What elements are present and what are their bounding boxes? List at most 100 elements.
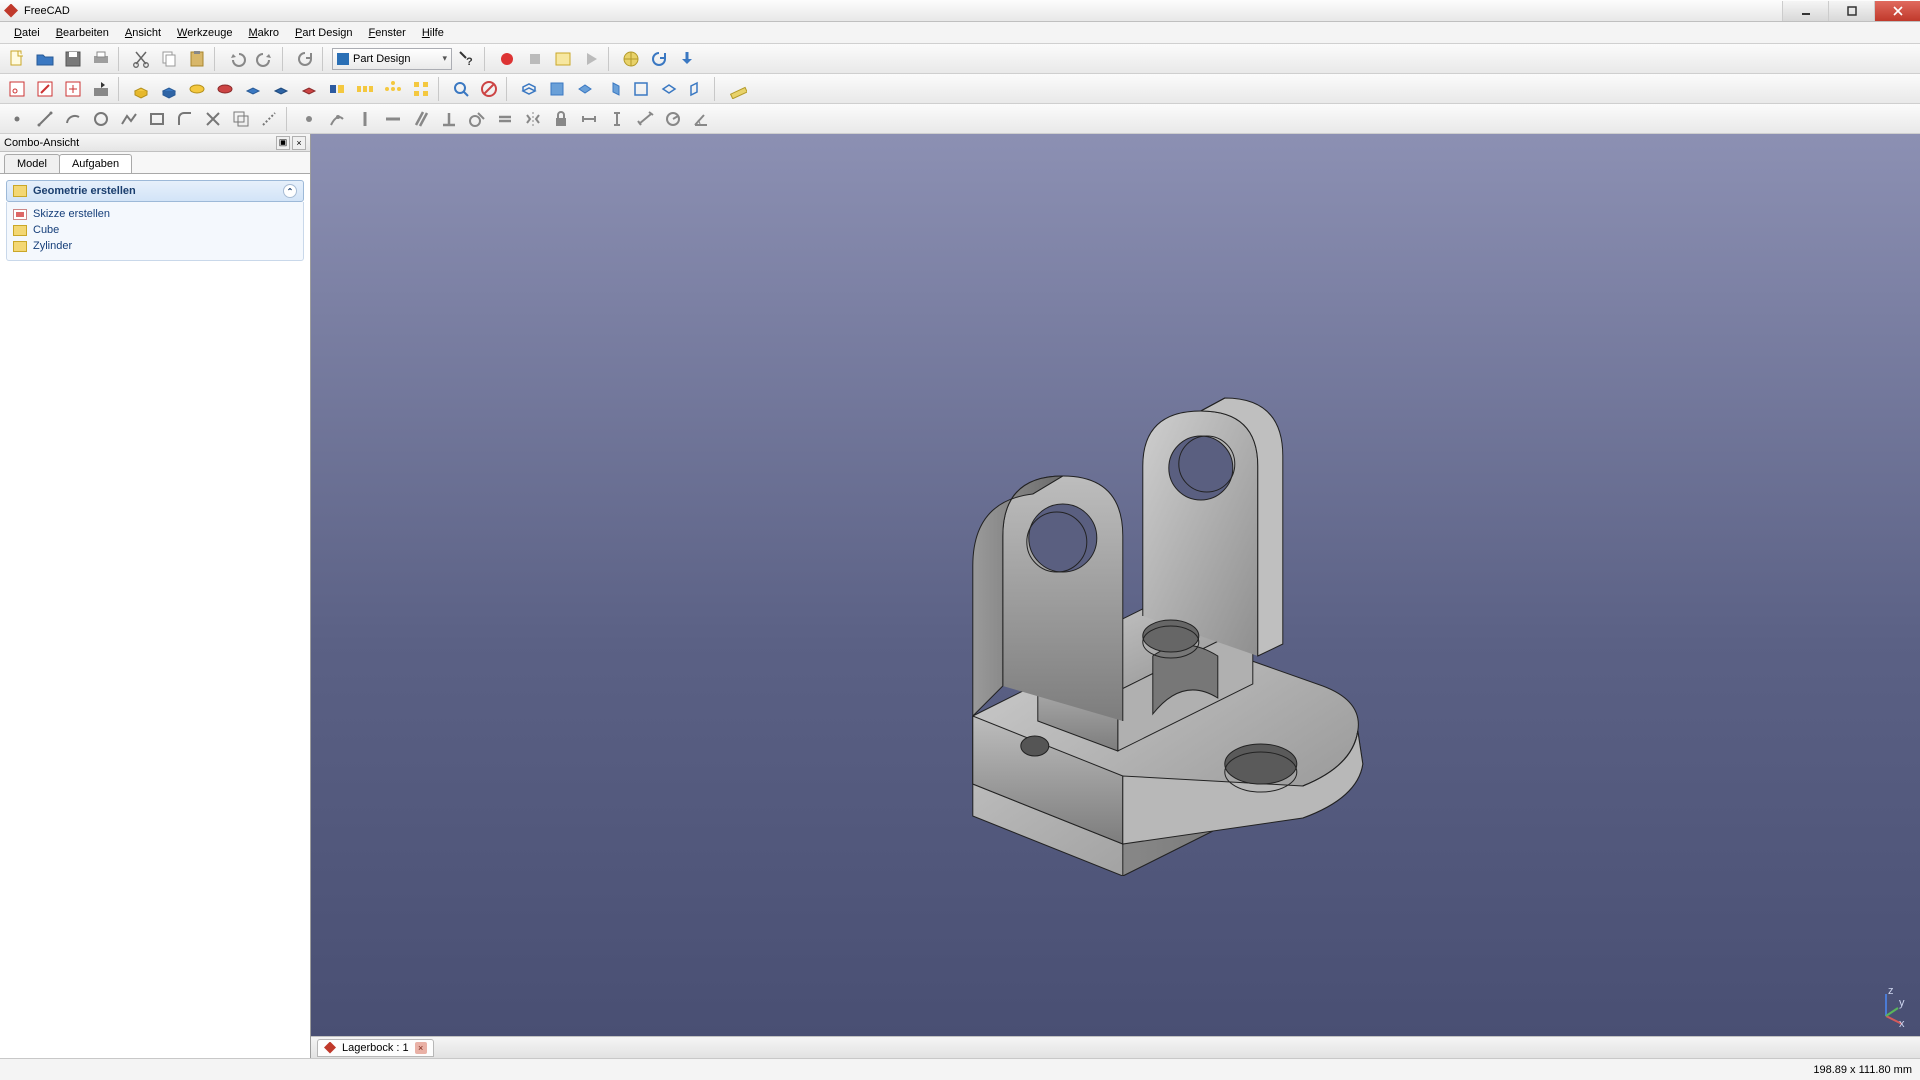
top-button[interactable] bbox=[572, 76, 598, 102]
polyline-button[interactable] bbox=[116, 106, 142, 132]
measure-button[interactable] bbox=[724, 76, 750, 102]
macro-run-button[interactable] bbox=[578, 46, 604, 72]
hdistance-button[interactable] bbox=[576, 106, 602, 132]
undo-button[interactable] bbox=[224, 46, 250, 72]
geometry-header[interactable]: Geometrie erstellen ⌃ bbox=[6, 180, 304, 202]
reload-page-button[interactable] bbox=[646, 46, 672, 72]
save-button[interactable] bbox=[60, 46, 86, 72]
macro-list-button[interactable] bbox=[550, 46, 576, 72]
menu-datei[interactable]: Datei bbox=[6, 25, 48, 41]
fit-all-button[interactable] bbox=[448, 76, 474, 102]
download-button[interactable] bbox=[674, 46, 700, 72]
vdistance-button[interactable] bbox=[604, 106, 630, 132]
fillet-button[interactable] bbox=[240, 76, 266, 102]
tasks-panel: Geometrie erstellen ⌃ Skizze erstellen C… bbox=[0, 174, 310, 1058]
external-geom-button[interactable] bbox=[228, 106, 254, 132]
multitransform-button[interactable] bbox=[408, 76, 434, 102]
map-sketch-button[interactable] bbox=[88, 76, 114, 102]
axo-button[interactable] bbox=[516, 76, 542, 102]
menu-partdesign[interactable]: Part Design bbox=[287, 25, 360, 41]
bottom-button[interactable] bbox=[656, 76, 682, 102]
toolbar-file: Part Design ▾ ? bbox=[0, 44, 1920, 74]
toolbar-sketcher bbox=[0, 104, 1920, 134]
task-skizze-erstellen[interactable]: Skizze erstellen bbox=[13, 206, 297, 222]
refresh-button[interactable] bbox=[292, 46, 318, 72]
chamfer-button[interactable] bbox=[268, 76, 294, 102]
fillet-sketch-button[interactable] bbox=[172, 106, 198, 132]
close-tab-button[interactable]: × bbox=[415, 1042, 427, 1054]
rear-button[interactable] bbox=[628, 76, 654, 102]
paste-button[interactable] bbox=[184, 46, 210, 72]
3d-viewport[interactable]: z x y Lagerbock : 1 × bbox=[311, 134, 1920, 1058]
web-button[interactable] bbox=[618, 46, 644, 72]
macro-stop-button[interactable] bbox=[522, 46, 548, 72]
tangent-button[interactable] bbox=[464, 106, 490, 132]
menu-ansicht[interactable]: Ansicht bbox=[117, 25, 169, 41]
linear-pattern-button[interactable] bbox=[352, 76, 378, 102]
cube-icon bbox=[337, 53, 349, 65]
menu-werkzeuge[interactable]: Werkzeuge bbox=[169, 25, 240, 41]
tab-model[interactable]: Model bbox=[4, 154, 60, 173]
cut-button[interactable] bbox=[128, 46, 154, 72]
distance-button[interactable] bbox=[632, 106, 658, 132]
point-on-button[interactable] bbox=[324, 106, 350, 132]
horizontal-button[interactable] bbox=[380, 106, 406, 132]
polar-pattern-button[interactable] bbox=[380, 76, 406, 102]
draw-style-button[interactable] bbox=[476, 76, 502, 102]
copy-button[interactable] bbox=[156, 46, 182, 72]
leave-sketch-button[interactable] bbox=[60, 76, 86, 102]
equal-button[interactable] bbox=[492, 106, 518, 132]
symmetric-button[interactable] bbox=[520, 106, 546, 132]
task-cube[interactable]: Cube bbox=[13, 222, 297, 238]
workbench-label: Part Design bbox=[353, 53, 410, 65]
whatsthis-button[interactable]: ? bbox=[454, 46, 480, 72]
menu-bearbeiten[interactable]: Bearbeiten bbox=[48, 25, 117, 41]
window-maximize-button[interactable] bbox=[1828, 1, 1874, 21]
window-minimize-button[interactable] bbox=[1782, 1, 1828, 21]
folder-icon bbox=[13, 185, 27, 197]
arc-button[interactable] bbox=[60, 106, 86, 132]
circle-button[interactable] bbox=[88, 106, 114, 132]
left-button[interactable] bbox=[684, 76, 710, 102]
right-button[interactable] bbox=[600, 76, 626, 102]
workbench-selector[interactable]: Part Design ▾ bbox=[332, 48, 452, 70]
line-button[interactable] bbox=[32, 106, 58, 132]
draft-button[interactable] bbox=[296, 76, 322, 102]
pocket-button[interactable] bbox=[156, 76, 182, 102]
task-zylinder[interactable]: Zylinder bbox=[13, 238, 297, 254]
revolution-button[interactable] bbox=[184, 76, 210, 102]
trim-button[interactable] bbox=[200, 106, 226, 132]
lock-button[interactable] bbox=[548, 106, 574, 132]
panel-float-button[interactable]: ▣ bbox=[276, 136, 290, 150]
radius-button[interactable] bbox=[660, 106, 686, 132]
rectangle-button[interactable] bbox=[144, 106, 170, 132]
redo-button[interactable] bbox=[252, 46, 278, 72]
front-button[interactable] bbox=[544, 76, 570, 102]
svg-text:z: z bbox=[1888, 988, 1894, 997]
construction-button[interactable] bbox=[256, 106, 282, 132]
new-sketch-button[interactable] bbox=[4, 76, 30, 102]
vertical-button[interactable] bbox=[352, 106, 378, 132]
combo-view-panel: Combo-Ansicht ▣ × Model Aufgaben Geometr… bbox=[0, 134, 311, 1058]
angle-button[interactable] bbox=[688, 106, 714, 132]
window-close-button[interactable] bbox=[1874, 1, 1920, 21]
new-file-button[interactable] bbox=[4, 46, 30, 72]
point-button[interactable] bbox=[4, 106, 30, 132]
app-title: FreeCAD bbox=[24, 5, 70, 17]
menu-makro[interactable]: Makro bbox=[240, 25, 287, 41]
parallel-button[interactable] bbox=[408, 106, 434, 132]
coincident-button[interactable] bbox=[296, 106, 322, 132]
edit-sketch-button[interactable] bbox=[32, 76, 58, 102]
groove-button[interactable] bbox=[212, 76, 238, 102]
macro-record-button[interactable] bbox=[494, 46, 520, 72]
menu-hilfe[interactable]: Hilfe bbox=[414, 25, 452, 41]
perpendicular-button[interactable] bbox=[436, 106, 462, 132]
menu-fenster[interactable]: Fenster bbox=[361, 25, 414, 41]
panel-close-button[interactable]: × bbox=[292, 136, 306, 150]
print-button[interactable] bbox=[88, 46, 114, 72]
document-tab[interactable]: Lagerbock : 1 × bbox=[317, 1039, 434, 1057]
tab-aufgaben[interactable]: Aufgaben bbox=[59, 154, 132, 173]
pad-button[interactable] bbox=[128, 76, 154, 102]
mirrored-button[interactable] bbox=[324, 76, 350, 102]
open-file-button[interactable] bbox=[32, 46, 58, 72]
